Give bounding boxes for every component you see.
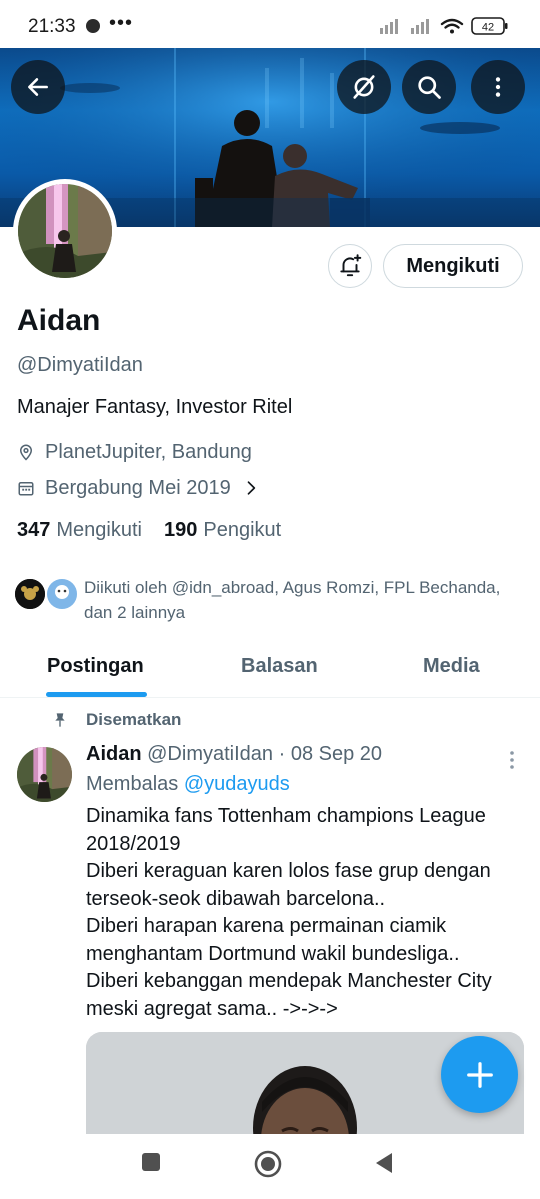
location-pin-icon bbox=[19, 444, 33, 461]
followed-by-text: Diikuti oleh @idn_abroad, Agus Romzi, FP… bbox=[84, 575, 500, 625]
back-button[interactable] bbox=[11, 60, 65, 114]
tab-replies[interactable]: Balasan bbox=[241, 655, 318, 678]
joined-text: Bergabung Mei 2019 bbox=[45, 476, 231, 499]
profile-bio: Manajer Fantasy, Investor Ritel bbox=[17, 396, 293, 418]
more-vertical-icon bbox=[510, 751, 514, 769]
calendar-icon bbox=[18, 482, 34, 496]
tweet-more-button[interactable] bbox=[507, 750, 517, 775]
square-icon bbox=[142, 1153, 160, 1171]
profile-location: PlanetJupiter, Bandung bbox=[17, 439, 252, 465]
profile-display-name: Aidan bbox=[17, 304, 101, 337]
tweet-text-line: Diberi harapan karena permainan ciamik bbox=[86, 915, 447, 937]
following-stat[interactable]: 347 Mengikuti bbox=[17, 519, 142, 542]
tweet-text-line: menghantam Dortmund wakil bundesliga.. bbox=[86, 942, 460, 965]
follow-stats: 347 Mengikuti 190 Pengikut bbox=[17, 519, 303, 542]
compose-button[interactable] bbox=[441, 1036, 518, 1113]
chevron-right-icon bbox=[247, 481, 255, 495]
notification-dot-icon bbox=[86, 19, 100, 33]
tweet-header: Aidan @DimyatiIdan · 08 Sep 20 bbox=[86, 743, 382, 766]
following-button[interactable]: Mengikuti bbox=[383, 244, 523, 288]
triangle-back-icon bbox=[376, 1153, 392, 1173]
back-nav-button[interactable] bbox=[374, 1152, 394, 1179]
tweet-separator: · bbox=[278, 743, 286, 765]
bell-plus-icon bbox=[340, 254, 362, 277]
android-nav-bar bbox=[0, 1134, 540, 1199]
followed-by-line: dan 2 lainnya bbox=[84, 603, 186, 622]
status-bar: 21:33 ••• 42 bbox=[0, 0, 540, 48]
status-icons: 42 bbox=[380, 15, 516, 35]
followers-count: 190 bbox=[163, 519, 198, 541]
more-options-button[interactable] bbox=[471, 60, 525, 114]
followers-stat[interactable]: 190 Pengikut bbox=[164, 519, 281, 542]
pinned-label: Disematkan bbox=[52, 710, 181, 730]
more-vertical-icon bbox=[495, 77, 501, 97]
followed-by-line: Diikuti oleh @idn_abroad, Agus Romzi, FP… bbox=[84, 578, 501, 597]
tweet-text: Dinamika fans Tottenham champions League… bbox=[86, 803, 526, 1023]
tweet-text-line: 2018/2019 bbox=[86, 832, 181, 855]
plus-icon bbox=[466, 1061, 493, 1088]
profile-avatar[interactable] bbox=[13, 179, 117, 283]
tweet-text-line: Diberi keraguan karen lolos fase grup de… bbox=[86, 860, 491, 882]
reply-mention-link[interactable]: @yudayuds bbox=[184, 773, 290, 795]
location-text: PlanetJupiter, Bandung bbox=[45, 440, 252, 463]
profile-handle: @DimyatiIdan bbox=[17, 354, 143, 376]
status-time: 21:33 bbox=[28, 16, 76, 37]
tweet-author-handle[interactable]: @DimyatiIdan bbox=[147, 743, 273, 765]
tweet-author-avatar[interactable] bbox=[17, 747, 72, 802]
tweet-text-line: terseok-seok dibawah barcelona.. bbox=[86, 887, 386, 910]
battery-level: 42 bbox=[482, 22, 494, 34]
profile-joined[interactable]: Bergabung Mei 2019 bbox=[17, 475, 271, 501]
followed-by[interactable]: Diikuti oleh @idn_abroad, Agus Romzi, FP… bbox=[13, 575, 533, 625]
status-more-icon: ••• bbox=[109, 12, 134, 34]
follower-avatar bbox=[45, 577, 79, 611]
tab-posts[interactable]: Postingan bbox=[47, 655, 144, 678]
grok-icon bbox=[353, 75, 375, 99]
following-count: 347 bbox=[17, 519, 51, 541]
profile-tabs: Postingan Balasan Media bbox=[0, 640, 540, 698]
tweet-date[interactable]: 08 Sep 20 bbox=[291, 743, 382, 765]
follower-avatar bbox=[13, 577, 47, 611]
tab-media[interactable]: Media bbox=[423, 655, 480, 678]
tweet-text-line: Diberi kebanggan mendepak Manchester Cit… bbox=[86, 970, 492, 992]
signal-wifi-battery-icons: 42 bbox=[380, 17, 508, 35]
notification-toggle-button[interactable] bbox=[328, 244, 372, 288]
search-icon bbox=[418, 76, 441, 99]
following-label: Mengikuti bbox=[56, 519, 142, 541]
tweet-author-name[interactable]: Aidan bbox=[86, 743, 142, 765]
avatar-image bbox=[18, 184, 112, 278]
reply-prefix: Membalas bbox=[86, 773, 179, 795]
tweet-text-line: meski agregat sama.. ->->-> bbox=[86, 997, 338, 1020]
home-circle-icon bbox=[254, 1150, 282, 1178]
pinned-text: Disematkan bbox=[86, 710, 182, 729]
search-button[interactable] bbox=[402, 60, 456, 114]
recent-apps-button[interactable] bbox=[141, 1152, 161, 1177]
reply-context: Membalas @yudayuds bbox=[86, 773, 290, 796]
grok-button[interactable] bbox=[337, 60, 391, 114]
tweet-text-line: Dinamika fans Tottenham champions League bbox=[86, 805, 486, 827]
pin-icon bbox=[55, 713, 65, 727]
arrow-left-icon bbox=[28, 78, 48, 96]
active-tab-indicator bbox=[46, 692, 147, 697]
home-button[interactable] bbox=[254, 1150, 282, 1183]
followers-label: Pengikut bbox=[203, 519, 282, 541]
